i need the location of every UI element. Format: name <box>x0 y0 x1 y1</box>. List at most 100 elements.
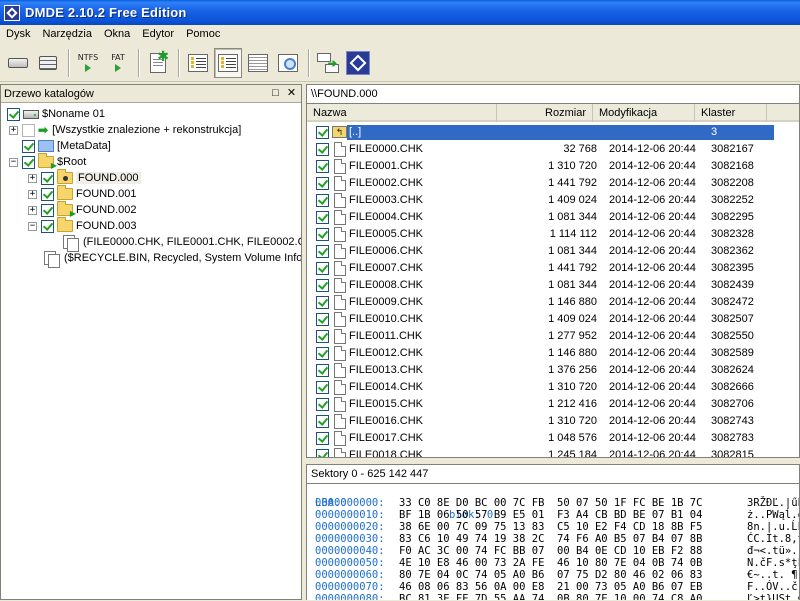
row-checkbox[interactable] <box>316 194 329 207</box>
tree-checkbox[interactable] <box>22 123 35 137</box>
hex-bytes[interactable]: 80 7E 04 0C 74 05 A0 B6 07 75 D2 80 46 0… <box>399 569 702 581</box>
tree-node-metadata[interactable]: [MetaData] <box>22 138 111 154</box>
tree-checkbox[interactable] <box>41 203 54 217</box>
tree-node-found-002[interactable]: + FOUND.002 <box>28 201 137 218</box>
file-list-row[interactable]: FILE0000.CHK 32 768 2014-12-06 20:44 308216… <box>307 141 799 158</box>
tree-node-noname[interactable]: $Noname 01 <box>7 106 105 122</box>
file-list-row[interactable]: FILE0018.CHK 1 245 184 2014-12-06 20:44 308… <box>307 447 799 457</box>
expand-toggle[interactable]: + <box>9 125 18 135</box>
tree-node-found-000[interactable]: + FOUND.000 <box>28 169 141 186</box>
file-list-row[interactable]: FILE0003.CHK 1 409 024 2014-12-06 20:44 308… <box>307 192 799 209</box>
expand-toggle[interactable]: + <box>28 205 37 215</box>
row-checkbox[interactable] <box>316 143 329 156</box>
tree-checkbox[interactable] <box>22 139 35 153</box>
file-list-row[interactable]: FILE0001.CHK 1 310 720 2014-12-06 20:44 308… <box>307 158 799 175</box>
row-checkbox[interactable] <box>316 398 329 411</box>
tree-view-button[interactable] <box>184 48 212 78</box>
hex-view[interactable]: LBA:0 blok: 0 0000000000: 33 C0 8E D0 BC … <box>306 484 800 600</box>
new-document-button[interactable]: ✱ <box>144 48 172 78</box>
list-view-button[interactable] <box>214 47 242 78</box>
file-list-row[interactable]: FILE0015.CHK 1 212 416 2014-12-06 20:44 308… <box>307 396 799 413</box>
dmde-logo-button[interactable] <box>344 48 372 78</box>
menu-dysk[interactable]: Dysk <box>0 25 36 44</box>
open-fat-button[interactable]: FAT <box>104 48 132 78</box>
row-checkbox[interactable] <box>316 177 329 190</box>
file-list-row[interactable]: FILE0005.CHK 1 114 112 2014-12-06 20:44 308… <box>307 226 799 243</box>
tree-checkbox[interactable] <box>41 219 54 233</box>
restore-panel-button[interactable]: □ <box>269 87 282 100</box>
partitions-button[interactable] <box>34 48 62 78</box>
tree-checkbox[interactable] <box>7 107 20 121</box>
row-checkbox[interactable] <box>316 330 329 343</box>
hex-bytes[interactable]: 46 08 06 83 56 0A 00 E8 21 00 73 05 A0 B… <box>399 581 702 593</box>
column-header-modified[interactable]: Modyfikacja <box>593 104 695 122</box>
tree-node-all-found[interactable]: + ➡ [Wszystkie znalezione + rekonstrukcj… <box>9 122 241 138</box>
row-checkbox[interactable] <box>316 415 329 428</box>
hex-bytes[interactable]: BF 1B 06 50 57 B9 E5 01 F3 A4 CB BD BE 0… <box>399 509 702 521</box>
hex-ascii[interactable]: 3RŽĐĽ.|űP.P.ü. <box>747 497 799 509</box>
hex-bytes[interactable]: 4E 10 E8 46 00 73 2A FE 46 10 80 7E 04 0… <box>399 557 702 569</box>
select-drive-button[interactable] <box>4 48 32 78</box>
hex-bytes[interactable]: 38 6E 00 7C 09 75 13 83 C5 10 E2 F4 CD 1… <box>399 521 702 533</box>
menu-okna[interactable]: Okna <box>98 25 136 44</box>
hex-ascii[interactable]: F..ÓV..č!.s. ¶ <box>747 581 799 593</box>
file-list-row[interactable]: FILE0007.CHK 1 441 792 2014-12-06 20:44 308… <box>307 260 799 277</box>
column-header-size[interactable]: Rozmiar <box>497 104 593 122</box>
app-logo-icon[interactable] <box>4 4 20 21</box>
row-checkbox[interactable] <box>316 432 329 445</box>
hex-bytes[interactable]: F0 AC 3C 00 74 FC BB 07 00 B4 0E CD 10 E… <box>399 545 702 557</box>
row-checkbox[interactable] <box>316 211 329 224</box>
tree-node-found-003[interactable]: − FOUND.003 <box>28 217 137 234</box>
tree-checkbox[interactable] <box>22 155 35 169</box>
tree-node-found-001[interactable]: + FOUND.001 <box>28 185 137 202</box>
hex-ascii[interactable]: N.čF.s*ţF.€~.. <box>747 557 799 569</box>
menu-edytor[interactable]: Edytor <box>136 25 180 44</box>
row-checkbox[interactable] <box>316 296 329 309</box>
expand-toggle[interactable]: + <box>28 173 37 183</box>
file-list-row[interactable]: FILE0013.CHK 1 376 256 2014-12-06 20:44 308… <box>307 362 799 379</box>
file-list-row[interactable]: FILE0017.CHK 1 048 576 2014-12-06 20:44 308… <box>307 430 799 447</box>
copy-sectors-button[interactable]: ➔ <box>314 48 342 78</box>
hex-ascii[interactable]: đ¬<.tü»..´.Í.ë <box>747 545 799 557</box>
tree-node-found-003-files[interactable]: (FILE0000.CHK, FILE0001.CHK, FILE0002.CH <box>63 234 301 252</box>
row-checkbox[interactable] <box>316 262 329 275</box>
expand-toggle[interactable]: + <box>28 189 37 199</box>
hex-ascii[interactable]: €~..t. ¶.uŇ€F. <box>747 569 799 581</box>
file-list-row[interactable]: ↰ [..] 3 <box>307 124 799 141</box>
details-view-button[interactable] <box>244 48 272 78</box>
hex-ascii[interactable]: Ľ>ţ}UŞt.€~..tČ <box>747 593 799 600</box>
file-list-row[interactable]: FILE0011.CHK 1 277 952 2014-12-06 20:44 308… <box>307 328 799 345</box>
row-checkbox[interactable] <box>316 313 329 326</box>
tree-checkbox[interactable] <box>41 187 54 201</box>
menu-narzedzia[interactable]: Narzędzia <box>36 25 98 44</box>
file-list-row[interactable]: FILE0016.CHK 1 310 720 2014-12-06 20:44 308… <box>307 413 799 430</box>
row-checkbox[interactable] <box>316 279 329 292</box>
hex-bytes[interactable]: BC 81 3E FE 7D 55 AA 74 0B 80 7E 10 00 7… <box>399 593 702 600</box>
file-list-row[interactable]: FILE0012.CHK 1 146 880 2014-12-06 20:44 308… <box>307 345 799 362</box>
title-bar[interactable]: DMDE 2.10.2 Free Edition <box>0 0 800 25</box>
file-list-row[interactable]: FILE0006.CHK 1 081 344 2014-12-06 20:44 308… <box>307 243 799 260</box>
search-button[interactable] <box>274 48 302 78</box>
file-list-row[interactable]: FILE0002.CHK 1 441 792 2014-12-06 20:44 308… <box>307 175 799 192</box>
column-header-cluster[interactable]: Klaster <box>695 104 767 122</box>
hex-ascii[interactable]: 8n.|.u.ĹĹ.âôÍ. <box>747 521 799 533</box>
row-checkbox[interactable] <box>316 347 329 360</box>
row-checkbox[interactable] <box>316 381 329 394</box>
open-ntfs-button[interactable]: NTFS <box>74 48 102 78</box>
collapse-toggle[interactable]: − <box>28 221 37 231</box>
tree-node-root-files[interactable]: ($RECYCLE.BIN, Recycled, System Volume I… <box>44 250 301 268</box>
hex-bytes[interactable]: 83 C6 10 49 74 19 38 2C 74 F6 A0 B5 07 B… <box>399 533 702 545</box>
file-list-row[interactable]: FILE0004.CHK 1 081 344 2014-12-06 20:44 308… <box>307 209 799 226</box>
tree-node-root[interactable]: − $Root <box>9 153 86 170</box>
hex-ascii[interactable]: ĆC.It.8,tö µ. <box>747 533 799 545</box>
row-checkbox[interactable] <box>316 245 329 258</box>
close-panel-button[interactable]: ✕ <box>285 87 298 100</box>
collapse-toggle[interactable]: − <box>9 157 18 167</box>
menu-pomoc[interactable]: Pomoc <box>180 25 226 44</box>
hex-ascii[interactable]: ż..PWąĺ.ó¤Ë˝ <box>747 509 799 521</box>
row-checkbox[interactable] <box>316 228 329 241</box>
row-checkbox[interactable] <box>316 364 329 377</box>
row-checkbox[interactable] <box>316 126 329 139</box>
row-checkbox[interactable] <box>316 449 329 457</box>
file-list-row[interactable]: FILE0010.CHK 1 409 024 2014-12-06 20:44 308… <box>307 311 799 328</box>
